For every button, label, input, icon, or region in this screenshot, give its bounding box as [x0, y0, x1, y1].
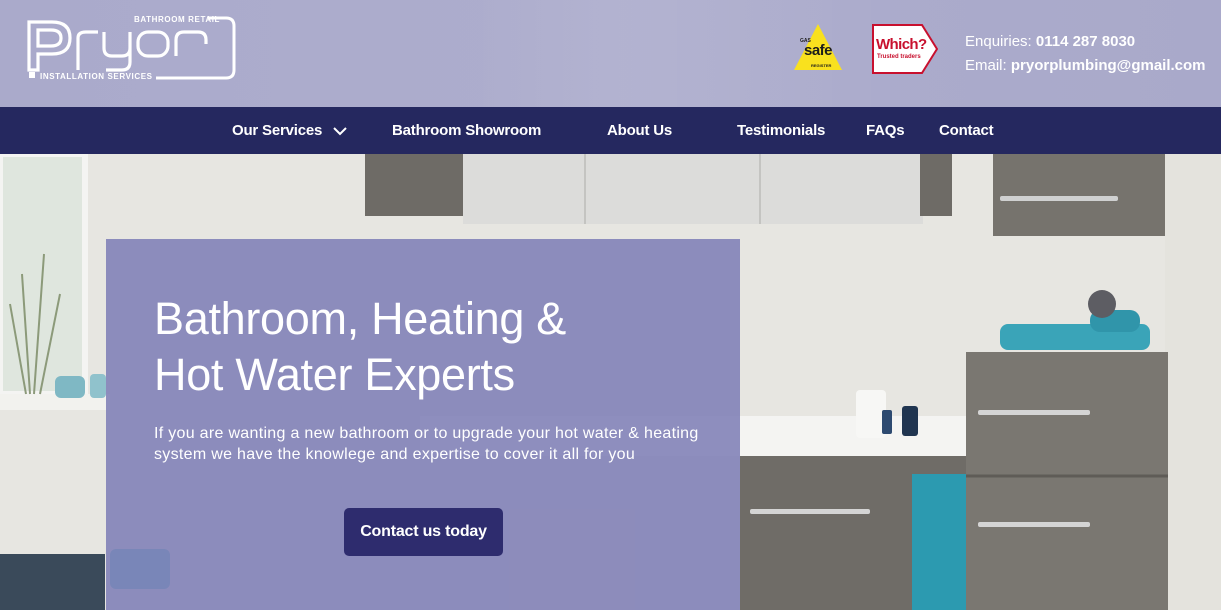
gas-safe-badge: GAS safe REGISTER — [792, 22, 844, 74]
hero-section: Bathroom, Heating & Hot Water Experts If… — [0, 154, 1221, 610]
site-header: BATHROOM RETAIL INSTALLATION SERVICES GA… — [0, 0, 1221, 107]
hero-heading-line-2: Hot Water Experts — [154, 349, 515, 400]
nav-item-about-us[interactable]: About Us — [607, 107, 672, 154]
nav-item-label: FAQs — [866, 122, 905, 139]
logo-tagline-top: BATHROOM RETAIL — [134, 15, 221, 24]
contact-details: Enquiries: 0114 287 8030 Email: pryorplu… — [965, 30, 1206, 78]
logo-tagline-bottom: INSTALLATION SERVICES — [40, 72, 153, 81]
nav-item-faqs[interactable]: FAQs — [866, 107, 905, 154]
nav-item-label: Contact — [939, 122, 994, 139]
email-address[interactable]: pryorplumbing@gmail.com — [1011, 57, 1206, 74]
pryor-logo[interactable]: BATHROOM RETAIL INSTALLATION SERVICES — [26, 12, 238, 84]
enquiries-line: Enquiries: 0114 287 8030 — [965, 30, 1206, 54]
chevron-down-icon — [333, 127, 347, 136]
main-navigation: Our Services Bathroom Showroom About Us … — [0, 107, 1221, 154]
contact-us-button[interactable]: Contact us today — [344, 508, 503, 556]
nav-item-our-services[interactable]: Our Services — [232, 107, 348, 154]
which-title: Which? — [876, 36, 927, 53]
gas-safe-register-text: REGISTER — [811, 63, 832, 68]
hero-description: If you are wanting a new bathroom or to … — [154, 425, 699, 463]
nav-item-contact[interactable]: Contact — [939, 107, 994, 154]
hero-heading-line-1: Bathroom, Heating & — [154, 293, 567, 344]
enquiries-label: Enquiries: — [965, 33, 1032, 50]
gas-safe-main-text: safe — [804, 42, 833, 59]
nav-item-label: Testimonials — [737, 122, 826, 139]
nav-item-label: Our Services — [232, 122, 323, 139]
email-line: Email: pryorplumbing@gmail.com — [965, 54, 1206, 78]
hero-heading: Bathroom, Heating & Hot Water Experts — [154, 291, 714, 403]
nav-item-testimonials[interactable]: Testimonials — [737, 107, 825, 154]
nav-item-bathroom-showroom[interactable]: Bathroom Showroom — [392, 107, 541, 154]
nav-item-label: Bathroom Showroom — [392, 122, 542, 139]
which-subtitle: Trusted traders — [877, 54, 921, 60]
phone-number[interactable]: 0114 287 8030 — [1036, 33, 1135, 50]
which-trusted-traders-badge: Which? Trusted traders — [872, 24, 939, 74]
email-label: Email: — [965, 57, 1007, 74]
nav-item-label: About Us — [607, 122, 673, 139]
hero-overlay-panel: Bathroom, Heating & Hot Water Experts If… — [106, 239, 740, 610]
